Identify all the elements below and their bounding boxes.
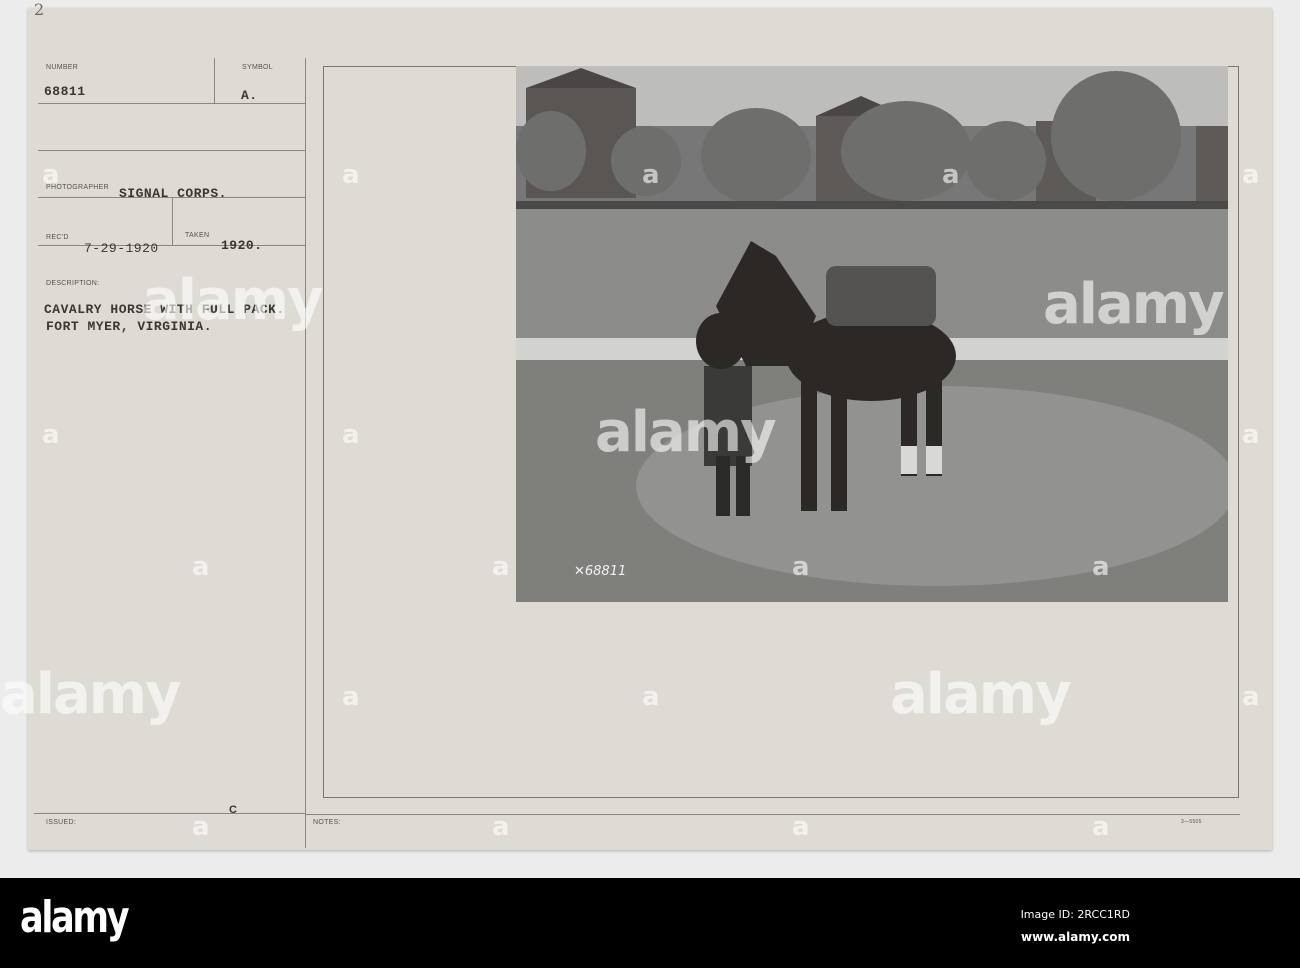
divider — [172, 197, 173, 245]
watermark-letter: a — [1092, 812, 1110, 842]
site-url[interactable]: www.alamy.com — [1021, 930, 1130, 944]
divider — [34, 813, 305, 814]
photo-caption: ✕68811 — [574, 564, 627, 579]
symbol-label: SYMBOL — [242, 64, 273, 71]
watermark-letter: a — [342, 420, 360, 450]
corner-mark: 2 — [34, 0, 45, 19]
watermark-letter: a — [642, 682, 660, 712]
watermark-letter: a — [192, 812, 210, 842]
divider — [38, 245, 305, 246]
watermark-letter: a — [1092, 552, 1110, 582]
recd-label: REC'D — [46, 234, 69, 241]
number-label: NUMBER — [46, 64, 79, 71]
watermark-letter: a — [342, 682, 360, 712]
description-label: DESCRIPTION: — [46, 280, 100, 287]
symbol-value: A. — [241, 88, 258, 103]
divider — [305, 58, 306, 848]
form-number: 3—5505 — [1181, 819, 1202, 825]
watermark-letter: a — [1242, 420, 1260, 450]
issued-label: ISSUED: — [46, 819, 77, 826]
number-value: 68811 — [44, 84, 86, 99]
divider — [214, 58, 215, 103]
watermark-letter: a — [42, 420, 60, 450]
watermark-letter: a — [1242, 160, 1260, 190]
recd-value: 7-29-1920 — [84, 241, 159, 256]
taken-value: 1920. — [221, 238, 263, 253]
watermark-logo: alamy — [142, 268, 324, 333]
watermark-letter: a — [1242, 682, 1260, 712]
watermark-letter: a — [342, 160, 360, 190]
watermark-logo: alamy — [595, 400, 777, 465]
watermark-logo: alamy — [1043, 272, 1225, 337]
divider — [38, 103, 305, 104]
watermark-letter: a — [42, 160, 60, 190]
watermark-letter: a — [492, 552, 510, 582]
image-id: Image ID: 2RCC1RD — [1020, 908, 1130, 921]
photographer-value: SIGNAL CORPS. — [119, 186, 227, 201]
watermark-letter: a — [192, 552, 210, 582]
watermark-letter: a — [942, 160, 960, 190]
watermark-letter: a — [792, 812, 810, 842]
divider — [38, 150, 305, 151]
footer-logo: alamy — [20, 892, 130, 943]
watermark-letter: a — [642, 160, 660, 190]
watermark-letter: a — [492, 812, 510, 842]
watermark-logo: alamy — [0, 662, 182, 727]
watermark-logo: alamy — [890, 662, 1072, 727]
stock-footer-bar: alamy Image ID: 2RCC1RD www.alamy.com — [0, 878, 1300, 968]
issued-mark: C — [229, 804, 237, 816]
taken-label: TAKEN — [185, 232, 210, 239]
watermark-letter: a — [792, 552, 810, 582]
notes-label: NOTES: — [313, 819, 341, 826]
